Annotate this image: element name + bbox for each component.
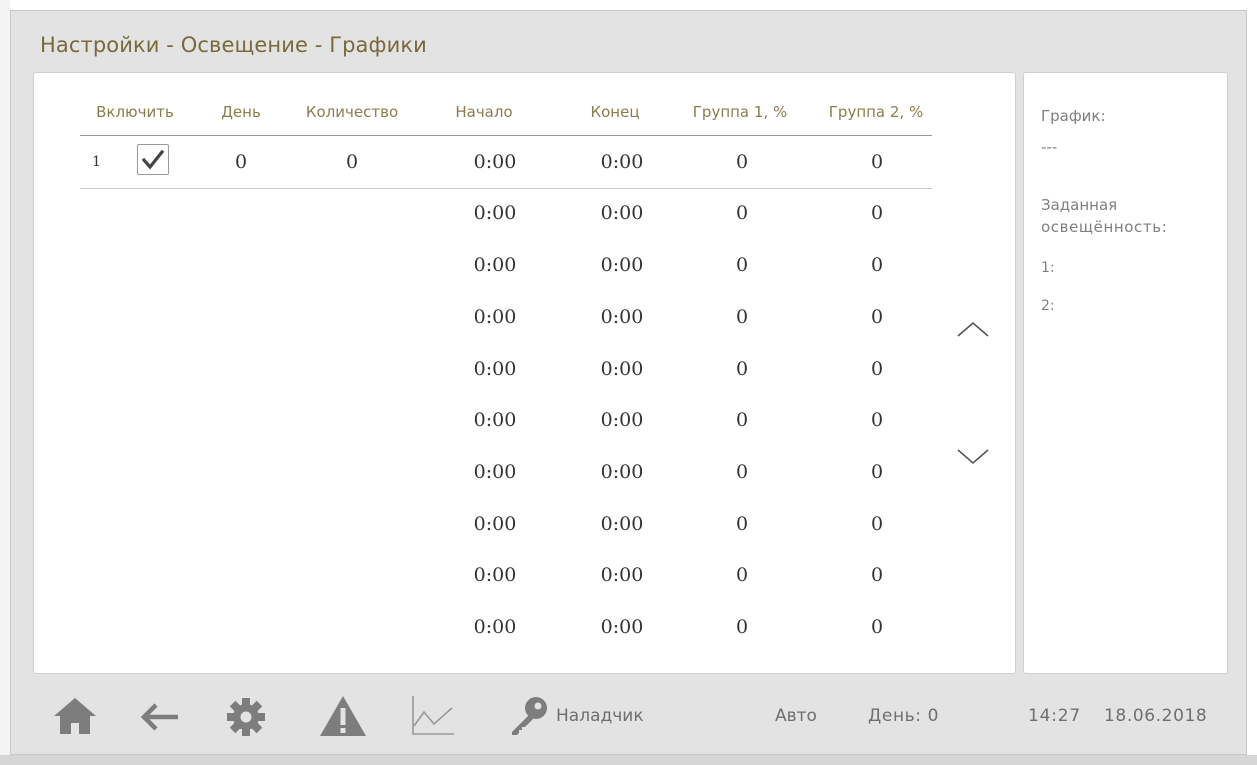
outer-border-bottom: [0, 755, 1257, 765]
schedule-end-cell[interactable]: 0:00: [601, 616, 644, 638]
column-header-group1: Группа 1, %: [692, 103, 788, 121]
column-header-end: Конец: [590, 103, 640, 121]
schedule-end-cell[interactable]: 0:00: [601, 306, 644, 328]
checkmark-icon: [141, 149, 165, 170]
schedule-group2-cell[interactable]: 0: [871, 254, 883, 276]
schedule-start-cell[interactable]: 0:00: [474, 513, 517, 535]
schedule-start-cell[interactable]: 0:00: [474, 151, 517, 173]
schedule-label: График:: [1041, 107, 1106, 125]
schedule-group1-cell[interactable]: 0: [736, 306, 748, 328]
schedule-group1-cell[interactable]: 0: [736, 461, 748, 483]
mode-label: Авто: [775, 706, 817, 726]
page-title: Настройки - Освещение - Графики: [40, 33, 427, 57]
schedule-group2-cell[interactable]: 0: [871, 306, 883, 328]
schedule-end-cell[interactable]: 0:00: [601, 564, 644, 586]
scroll-up-icon[interactable]: [957, 320, 989, 338]
group1-illumination: 1:: [1041, 260, 1055, 276]
schedule-start-cell[interactable]: 0:00: [474, 306, 517, 328]
schedule-value: ---: [1041, 138, 1058, 156]
info-panel: [1023, 72, 1228, 674]
schedule-start-cell[interactable]: 0:00: [474, 409, 517, 431]
column-header-day: День: [221, 103, 261, 121]
schedule-group1-cell[interactable]: 0: [736, 409, 748, 431]
header-divider: [80, 135, 932, 136]
day-value[interactable]: 0: [235, 151, 247, 173]
schedule-group1-cell[interactable]: 0: [736, 254, 748, 276]
column-header-count: Количество: [305, 103, 399, 121]
schedule-group1-cell[interactable]: 0: [736, 151, 748, 173]
schedule-group2-cell[interactable]: 0: [871, 564, 883, 586]
schedule-group2-cell[interactable]: 0: [871, 409, 883, 431]
group2-illumination: 2:: [1041, 298, 1055, 314]
scroll-down-icon[interactable]: [957, 448, 989, 466]
schedule-end-cell[interactable]: 0:00: [601, 409, 644, 431]
schedule-group2-cell[interactable]: 0: [871, 358, 883, 380]
schedule-group1-cell[interactable]: 0: [736, 513, 748, 535]
schedule-end-cell[interactable]: 0:00: [601, 254, 644, 276]
home-icon[interactable]: [52, 696, 98, 736]
schedule-start-cell[interactable]: 0:00: [474, 358, 517, 380]
schedule-group2-cell[interactable]: 0: [871, 616, 883, 638]
schedule-group2-cell[interactable]: 0: [871, 513, 883, 535]
settings-gear-icon[interactable]: [226, 697, 266, 737]
schedule-start-cell[interactable]: 0:00: [474, 616, 517, 638]
schedule-group1-cell[interactable]: 0: [736, 564, 748, 586]
outer-border-left: [0, 0, 10, 765]
illumination-label-line1: Заданная: [1041, 196, 1118, 214]
column-header-enable: Включить: [96, 103, 174, 121]
schedule-start-cell[interactable]: 0:00: [474, 202, 517, 224]
illumination-label-line2: освещённость:: [1041, 218, 1168, 236]
user-role-label[interactable]: Наладчик: [556, 706, 644, 726]
schedule-end-cell[interactable]: 0:00: [601, 358, 644, 380]
schedule-start-cell[interactable]: 0:00: [474, 254, 517, 276]
schedule-start-cell[interactable]: 0:00: [474, 461, 517, 483]
schedule-group1-cell[interactable]: 0: [736, 202, 748, 224]
back-arrow-icon[interactable]: [140, 702, 180, 732]
column-header-start: Начало: [455, 103, 513, 121]
schedule-group1-cell[interactable]: 0: [736, 358, 748, 380]
schedule-group1-cell[interactable]: 0: [736, 616, 748, 638]
column-header-group2: Группа 2, %: [828, 103, 924, 121]
count-value[interactable]: 0: [346, 151, 358, 173]
enable-checkbox[interactable]: [137, 144, 169, 175]
schedule-start-cell[interactable]: 0:00: [474, 564, 517, 586]
schedule-end-cell[interactable]: 0:00: [601, 461, 644, 483]
chart-icon[interactable]: [410, 694, 456, 736]
row-divider: [80, 188, 932, 189]
schedule-group2-cell[interactable]: 0: [871, 461, 883, 483]
alarm-warning-icon[interactable]: [318, 694, 368, 738]
key-icon[interactable]: [508, 694, 550, 736]
schedule-end-cell[interactable]: 0:00: [601, 513, 644, 535]
row-number: 1: [92, 154, 101, 170]
schedule-panel: [33, 72, 1016, 674]
schedule-group2-cell[interactable]: 0: [871, 202, 883, 224]
schedule-group2-cell[interactable]: 0: [871, 151, 883, 173]
schedule-end-cell[interactable]: 0:00: [601, 202, 644, 224]
schedule-end-cell[interactable]: 0:00: [601, 151, 644, 173]
day-counter: День: 0: [868, 706, 940, 726]
current-date: 18.06.2018: [1104, 706, 1208, 726]
clock-time: 14:27: [1028, 706, 1081, 726]
